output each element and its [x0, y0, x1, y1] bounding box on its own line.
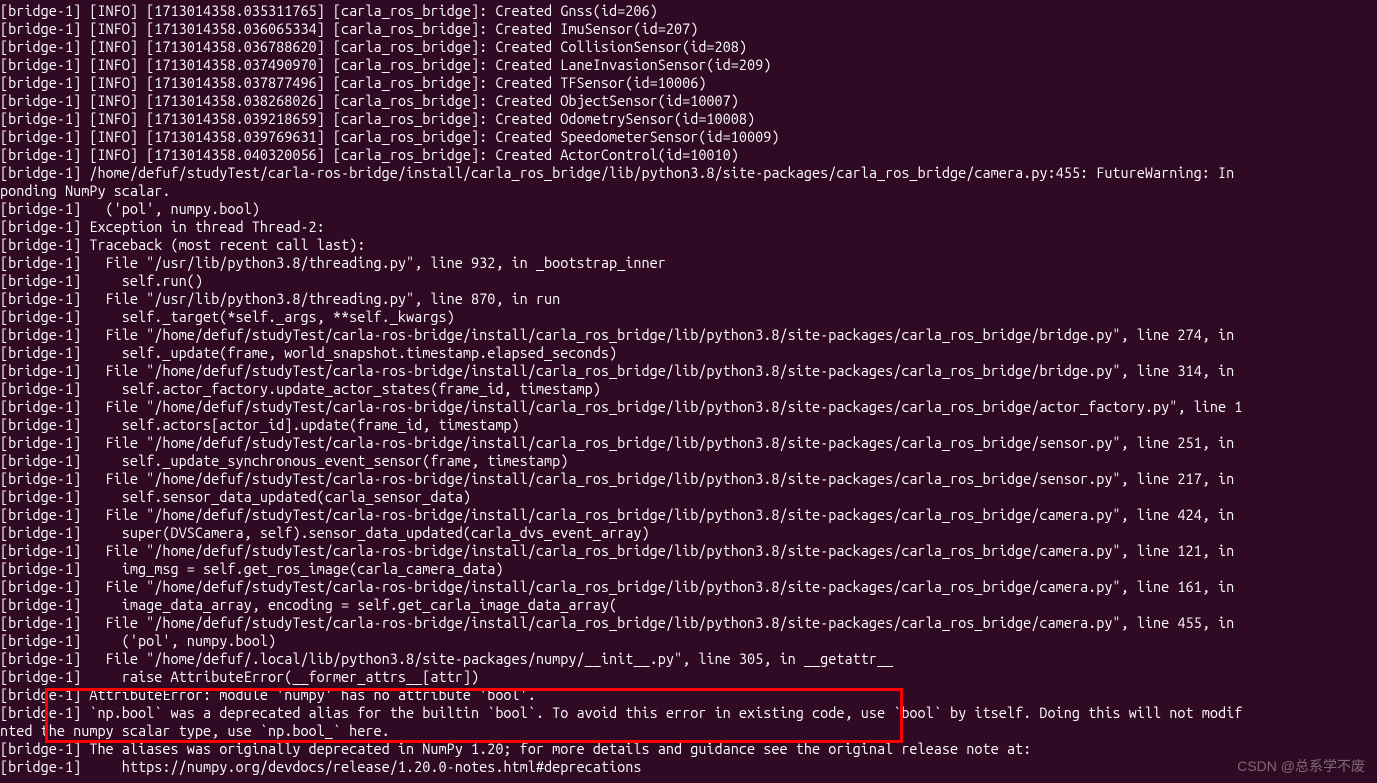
terminal-line: [bridge-1] Traceback (most recent call l… [0, 236, 1377, 254]
terminal-line: [bridge-1] File "/home/defuf/studyTest/c… [0, 470, 1377, 488]
terminal-line: [bridge-1] ('pol', numpy.bool) [0, 200, 1377, 218]
terminal-line: ponding NumPy scalar. [0, 182, 1377, 200]
terminal-line: [bridge-1] self._target(*self._args, **s… [0, 308, 1377, 326]
terminal-line: [bridge-1] https://numpy.org/devdocs/rel… [0, 758, 1377, 776]
terminal-line: [bridge-1] File "/home/defuf/studyTest/c… [0, 614, 1377, 632]
terminal-line: [bridge-1] self.actors[actor_id].update(… [0, 416, 1377, 434]
terminal-line: nted the numpy scalar type, use `np.bool… [0, 722, 1377, 740]
terminal-line: [bridge-1] self.actor_factory.update_act… [0, 380, 1377, 398]
terminal-line: [bridge-1] super(DVSCamera, self).sensor… [0, 524, 1377, 542]
terminal-line: [bridge-1] File "/home/defuf/studyTest/c… [0, 542, 1377, 560]
terminal-line: [bridge-1] File "/usr/lib/python3.8/thre… [0, 254, 1377, 272]
terminal-line: [bridge-1] The aliases was originally de… [0, 740, 1377, 758]
watermark-text: CSDN @总系学不废 [1237, 757, 1365, 775]
terminal-line: [bridge-1] self.run() [0, 272, 1377, 290]
terminal-line: [bridge-1] [INFO] [1713014358.035311765]… [0, 2, 1377, 20]
terminal-line: [bridge-1] `np.bool` was a deprecated al… [0, 704, 1377, 722]
terminal-line: [bridge-1] raise AttributeError(__former… [0, 668, 1377, 686]
terminal-line: [bridge-1] File "/home/defuf/studyTest/c… [0, 398, 1377, 416]
terminal-line: [bridge-1] Exception in thread Thread-2: [0, 218, 1377, 236]
terminal-line: [bridge-1] File "/home/defuf/studyTest/c… [0, 326, 1377, 344]
terminal-line: [bridge-1] [INFO] [1713014358.039218659]… [0, 110, 1377, 128]
terminal-line: [bridge-1] File "/home/defuf/studyTest/c… [0, 362, 1377, 380]
terminal-line: [bridge-1] self._update_synchronous_even… [0, 452, 1377, 470]
terminal-line: [bridge-1] ('pol', numpy.bool) [0, 632, 1377, 650]
terminal-line: [bridge-1] [INFO] [1713014358.037490970]… [0, 56, 1377, 74]
terminal-line: [bridge-1] File "/home/defuf/.local/lib/… [0, 650, 1377, 668]
terminal-line: [bridge-1] self.sensor_data_updated(carl… [0, 488, 1377, 506]
terminal-line: [bridge-1] img_msg = self.get_ros_image(… [0, 560, 1377, 578]
terminal-line: [bridge-1] [INFO] [1713014358.038268026]… [0, 92, 1377, 110]
terminal-line: [bridge-1] File "/usr/lib/python3.8/thre… [0, 290, 1377, 308]
terminal-line: [bridge-1] [INFO] [1713014358.039769631]… [0, 128, 1377, 146]
terminal-line: [bridge-1] File "/home/defuf/studyTest/c… [0, 578, 1377, 596]
terminal-line: [bridge-1] [INFO] [1713014358.037877496]… [0, 74, 1377, 92]
terminal-line: [bridge-1] /home/defuf/studyTest/carla-r… [0, 164, 1377, 182]
terminal-line: [bridge-1] [INFO] [1713014358.036788620]… [0, 38, 1377, 56]
terminal-line: [bridge-1] [INFO] [1713014358.036065334]… [0, 20, 1377, 38]
terminal-line: [bridge-1] self._update(frame, world_sna… [0, 344, 1377, 362]
terminal-line: [bridge-1] AttributeError: module 'numpy… [0, 686, 1377, 704]
terminal-line: [bridge-1] File "/home/defuf/studyTest/c… [0, 506, 1377, 524]
terminal-line: [bridge-1] File "/home/defuf/studyTest/c… [0, 434, 1377, 452]
terminal-output[interactable]: [bridge-1] [INFO] [1713014358.035311765]… [0, 2, 1377, 776]
terminal-line: [bridge-1] image_data_array, encoding = … [0, 596, 1377, 614]
terminal-line: [bridge-1] [INFO] [1713014358.040320056]… [0, 146, 1377, 164]
